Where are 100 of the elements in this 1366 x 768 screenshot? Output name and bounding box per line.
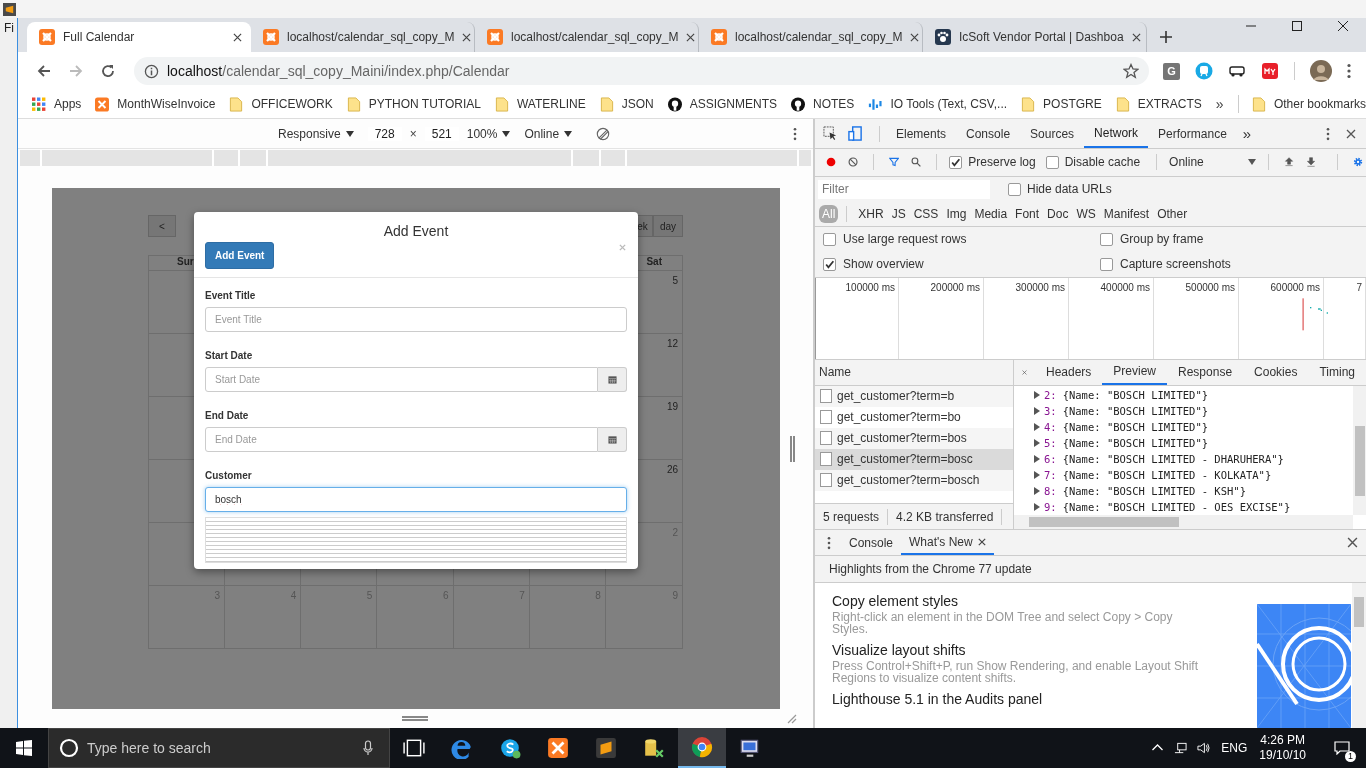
browser-tab[interactable]: Full Calendar — [27, 22, 251, 52]
zoom-dropdown[interactable]: 100% — [466, 126, 511, 141]
devtools-tab[interactable]: Performance — [1148, 119, 1237, 148]
close-icon[interactable] — [977, 537, 986, 546]
checkbox[interactable] — [1008, 182, 1021, 196]
day-number[interactable]: 26 — [666, 464, 678, 475]
date-field[interactable]: End Date — [205, 427, 598, 452]
checkbox[interactable] — [823, 257, 836, 271]
type-filter[interactable]: XHR — [855, 204, 887, 223]
type-filter[interactable]: CSS — [910, 204, 942, 223]
extension-button[interactable]: G — [1163, 62, 1180, 80]
close-icon[interactable] — [686, 32, 696, 42]
detail-tab[interactable]: Response — [1167, 359, 1244, 385]
filter-field[interactable]: Filter — [818, 179, 990, 199]
bookmark[interactable]: Apps — [32, 96, 82, 112]
type-filter[interactable]: Media — [971, 204, 1011, 223]
close-icon[interactable] — [1347, 537, 1358, 548]
avatar-icon[interactable] — [1310, 60, 1332, 82]
text-field[interactable]: bosch — [205, 487, 627, 512]
text-field[interactable]: Event Title — [205, 307, 627, 332]
checkbox[interactable] — [823, 232, 836, 246]
close-icon[interactable] — [462, 32, 472, 42]
checkbox[interactable] — [1045, 155, 1059, 169]
feature-title[interactable]: Lighthouse 5.1 in the Audits panel — [832, 691, 1257, 707]
previous-button[interactable]: < — [148, 215, 176, 237]
throttling-dropdown[interactable]: Online — [1169, 155, 1256, 170]
devtools-tab[interactable]: Console — [956, 119, 1021, 148]
date-field[interactable]: Start Date — [205, 367, 598, 392]
feature-title[interactable]: Copy element styles — [832, 593, 1257, 609]
detail-tab[interactable]: Preview — [1102, 359, 1168, 385]
more-bookmarks-button[interactable]: » — [1215, 96, 1224, 112]
bookmark[interactable]: IO Tools (Text, CSV,... — [868, 96, 1008, 112]
column-header[interactable]: Name — [819, 365, 851, 379]
type-filter[interactable]: Img — [943, 204, 970, 223]
inspect-icon[interactable] — [823, 126, 838, 141]
rotate-icon[interactable] — [596, 126, 611, 141]
notifications-button[interactable]: 1 — [1324, 728, 1360, 768]
type-filter[interactable]: JS — [888, 204, 909, 223]
request-row[interactable]: get_customer?term=b — [815, 385, 1013, 407]
detail-tab[interactable]: Timing — [1308, 359, 1366, 385]
drawer-tab[interactable]: Console — [841, 530, 902, 555]
calendar-button[interactable] — [598, 427, 627, 452]
menu-item[interactable]: Fi — [0, 21, 17, 35]
bookmark[interactable]: Other bookmarks — [1251, 96, 1366, 112]
type-filter[interactable]: Font — [1012, 204, 1043, 223]
type-filter[interactable]: Doc — [1044, 204, 1072, 223]
devtools-tab[interactable]: Elements — [886, 119, 957, 148]
resize-handle[interactable] — [402, 716, 428, 721]
address-bar[interactable]: localhost/calendar_sql_copy_Maini/index.php/Calendar — [134, 57, 1149, 85]
devtools-tab[interactable]: Network — [1084, 119, 1149, 148]
day-number[interactable]: 5 — [672, 275, 678, 286]
type-filter[interactable]: WS — [1073, 204, 1099, 223]
devtools-tab[interactable]: Sources — [1020, 119, 1085, 148]
bookmark[interactable]: POSTGRE — [1021, 96, 1102, 112]
resize-handle[interactable] — [790, 436, 795, 462]
scrollbar[interactable] — [1352, 583, 1366, 728]
type-filter[interactable]: Other — [1154, 204, 1191, 223]
scrollbar[interactable] — [1014, 515, 1353, 529]
bookmark[interactable]: NOTES — [791, 96, 855, 112]
type-filter[interactable]: Manifest — [1100, 204, 1153, 223]
more-options-icon[interactable] — [827, 535, 831, 550]
microphone-icon[interactable] — [363, 740, 373, 756]
add-event-button[interactable]: Add Event — [205, 242, 275, 269]
device-toggle-icon[interactable] — [848, 126, 863, 141]
language-indicator[interactable]: ENG — [1221, 741, 1248, 755]
detail-tab[interactable]: Cookies — [1243, 359, 1309, 385]
menu-icon[interactable] — [1347, 63, 1351, 79]
bookmark[interactable]: PYTHON TUTORIAL — [346, 96, 481, 112]
device-dropdown[interactable]: Responsive — [278, 126, 354, 141]
feature-title[interactable]: Visualize layout shifts — [832, 642, 1257, 658]
drawer-tab[interactable]: What's New — [901, 530, 994, 555]
bookmark[interactable]: EXTRACTS — [1115, 96, 1202, 112]
day-number[interactable]: 12 — [666, 338, 678, 349]
search-field[interactable]: Type here to search — [48, 728, 390, 768]
new-tab-icon[interactable] — [1159, 30, 1173, 44]
train-icon[interactable] — [1195, 62, 1213, 80]
detail-tab[interactable]: Headers — [1035, 359, 1103, 385]
request-row[interactable]: get_customer?term=bo — [815, 406, 1013, 428]
checkbox[interactable] — [1100, 232, 1113, 246]
corner-resize-icon[interactable] — [787, 713, 797, 724]
scrollbar[interactable] — [1353, 385, 1366, 515]
bookmark[interactable]: WATERLINE — [495, 96, 586, 112]
request-row[interactable]: get_customer?term=bos — [815, 427, 1013, 449]
throttle-dropdown[interactable]: Online — [524, 126, 573, 141]
bookmark[interactable]: ASSIGNMENTS — [667, 96, 778, 112]
request-row[interactable]: get_customer?term=bosc — [815, 448, 1013, 470]
bookmark[interactable]: JSON — [599, 96, 654, 112]
more-options-icon[interactable] — [793, 126, 797, 141]
checkbox[interactable] — [949, 155, 963, 169]
close-icon[interactable] — [1346, 128, 1356, 139]
calendar-button[interactable] — [598, 367, 627, 392]
clock[interactable]: 4:26 PM 19/10/10 — [1259, 733, 1306, 763]
day-number[interactable]: 19 — [666, 401, 678, 412]
more-tabs-button[interactable]: » — [1236, 125, 1258, 142]
taskbar-app[interactable] — [678, 728, 726, 768]
star-icon[interactable] — [1123, 63, 1139, 79]
close-icon[interactable] — [1131, 32, 1141, 42]
close-icon[interactable] — [910, 32, 920, 42]
more-options-icon[interactable] — [1326, 126, 1330, 141]
view-button[interactable]: day — [652, 215, 683, 237]
